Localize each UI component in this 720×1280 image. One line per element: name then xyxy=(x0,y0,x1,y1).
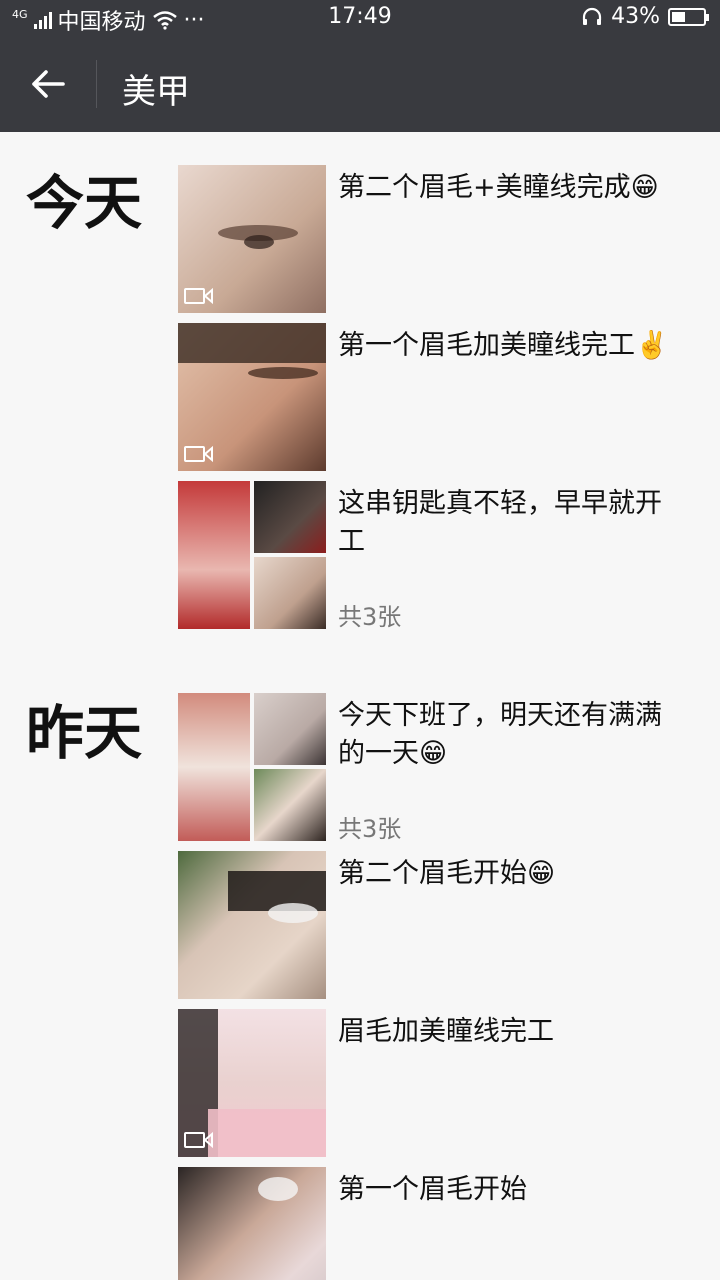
post-caption: 第一个眉毛开始 xyxy=(338,1174,527,1205)
app-header: 美甲 xyxy=(0,36,720,132)
header-divider xyxy=(96,60,97,108)
post-thumbnail[interactable] xyxy=(178,851,326,999)
status-bar: 4G 中国移动 ··· 17:49 43% xyxy=(0,0,720,36)
day-label-yesterday: 昨天 xyxy=(26,699,143,767)
battery-percent: 43% xyxy=(611,4,660,29)
post-caption: 眉毛加美瞳线完工 xyxy=(338,1016,554,1047)
headset-icon xyxy=(582,7,602,25)
post-thumbnail-grid[interactable] xyxy=(178,693,326,841)
back-button[interactable] xyxy=(20,58,76,110)
post-caption: 这串钥匙真不轻，早早就开工 xyxy=(338,488,662,557)
post-item[interactable]: 这串钥匙真不轻，早早就开工 共3张 xyxy=(178,481,698,631)
video-icon xyxy=(184,1131,213,1149)
video-icon xyxy=(184,287,213,305)
post-thumbnail[interactable] xyxy=(178,165,326,313)
post-caption: 今天下班了，明天还有满满的一天😁 xyxy=(338,700,662,769)
post-caption: 第二个眉毛+美瞳线完成😁 xyxy=(338,172,659,203)
post-caption: 第一个眉毛加美瞳线完工✌️ xyxy=(338,330,669,361)
photo-count: 共3张 xyxy=(338,603,402,631)
post-thumbnail[interactable] xyxy=(178,323,326,471)
post-item[interactable]: 第一个眉毛开始 xyxy=(178,1167,698,1280)
back-arrow-icon xyxy=(32,70,65,98)
post-thumbnail[interactable] xyxy=(178,1009,326,1157)
post-caption: 第二个眉毛开始😁 xyxy=(338,858,556,889)
post-item[interactable]: 眉毛加美瞳线完工 xyxy=(178,1009,698,1157)
post-item[interactable]: 第二个眉毛+美瞳线完成😁 xyxy=(178,165,698,313)
photo-count: 共3张 xyxy=(338,815,402,843)
post-item[interactable]: 第一个眉毛加美瞳线完工✌️ xyxy=(178,323,698,471)
video-icon xyxy=(184,445,213,463)
post-thumbnail[interactable] xyxy=(178,1167,326,1280)
post-thumbnail-grid[interactable] xyxy=(178,481,326,629)
post-item[interactable]: 第二个眉毛开始😁 xyxy=(178,851,698,999)
day-label-today: 今天 xyxy=(26,169,143,237)
battery-icon xyxy=(668,7,709,26)
page-title: 美甲 xyxy=(122,72,190,112)
post-item[interactable]: 今天下班了，明天还有满满的一天😁 共3张 xyxy=(178,693,698,843)
